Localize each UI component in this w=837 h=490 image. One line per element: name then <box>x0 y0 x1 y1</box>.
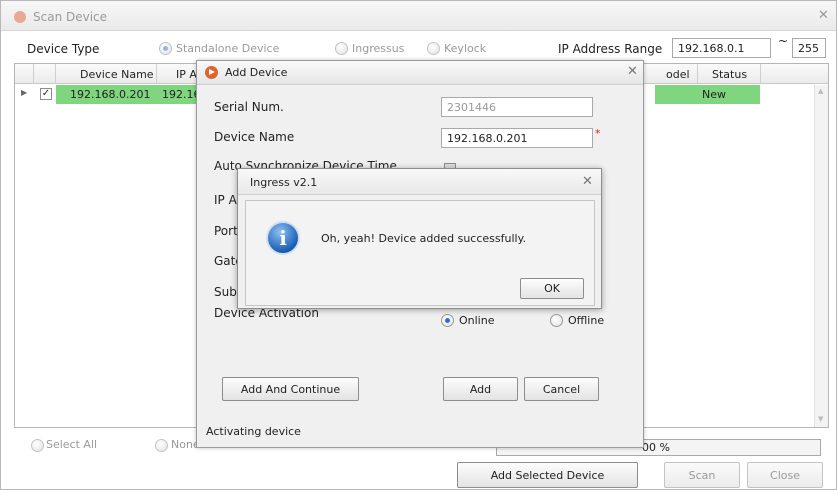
close-icon[interactable]: ✕ <box>818 8 829 23</box>
scan-button[interactable]: Scan <box>664 462 740 488</box>
radio-ingressus[interactable] <box>335 42 348 55</box>
info-icon: i <box>266 221 300 255</box>
select-none-radio[interactable] <box>155 439 168 452</box>
grid-scrollbar[interactable]: ▲ ▼ <box>814 85 828 427</box>
close-icon[interactable]: ✕ <box>627 64 638 79</box>
online-label: Online <box>459 314 495 327</box>
offline-radio[interactable] <box>550 314 563 327</box>
required-mark: * <box>595 127 601 140</box>
row-checkbox[interactable]: ✓ <box>40 88 52 100</box>
column-ip-address[interactable]: IP A <box>176 68 197 81</box>
ok-button[interactable]: OK <box>520 278 584 299</box>
radio-standalone-label: Standalone Device <box>176 42 280 55</box>
scroll-up-icon[interactable]: ▲ <box>818 87 823 95</box>
device-type-label: Device Type <box>27 42 100 56</box>
ip-range-separator: ~ <box>778 34 789 48</box>
close-icon[interactable]: ✕ <box>582 174 593 189</box>
cancel-button[interactable]: Cancel <box>524 377 599 401</box>
message-box-title: Ingress v2.1 <box>250 176 318 189</box>
ip-range-label: IP Address Range <box>558 42 663 56</box>
add-device-title: Add Device <box>225 66 288 79</box>
ip-from-field[interactable]: 192.168.0.1 <box>672 38 771 58</box>
message-box: Ingress v2.1 ✕ i Oh, yeah! Device added … <box>237 168 602 309</box>
progress-text: 00 % <box>642 441 670 454</box>
select-all-radio[interactable] <box>31 439 44 452</box>
column-device-name[interactable]: Device Name <box>80 68 154 81</box>
radio-ingressus-label: Ingressus <box>352 42 405 55</box>
close-button[interactable]: Close <box>747 462 823 488</box>
add-button[interactable]: Add <box>443 377 518 401</box>
select-all-label: Select All <box>46 438 98 451</box>
add-device-title-bar: Add Device ✕ <box>197 61 643 85</box>
radio-keylock[interactable] <box>427 42 440 55</box>
radio-standalone[interactable] <box>159 42 172 55</box>
message-text: Oh, yeah! Device added successfully. <box>321 232 527 245</box>
app-logo-icon <box>14 11 26 23</box>
row-device-name: 192.168.0.201 <box>70 88 151 101</box>
port-label: Port <box>214 224 238 238</box>
window-title: Scan Device <box>33 10 108 24</box>
message-box-body: i Oh, yeah! Device added successfully. O… <box>245 200 595 306</box>
column-model[interactable]: odel <box>666 68 690 81</box>
online-radio[interactable] <box>441 314 454 327</box>
serial-num-field: 2301446 <box>441 97 593 117</box>
message-box-title-bar: Ingress v2.1 ✕ <box>238 169 601 195</box>
app-logo-icon <box>205 66 218 79</box>
row-expand-icon[interactable]: ▶ <box>21 88 27 97</box>
device-name-field[interactable]: 192.168.0.201 <box>441 128 593 148</box>
serial-num-label: Serial Num. <box>214 100 284 114</box>
device-name-label: Device Name <box>214 130 295 144</box>
offline-label: Offline <box>568 314 605 327</box>
add-selected-device-button[interactable]: Add Selected Device <box>457 462 638 488</box>
column-status[interactable]: Status <box>712 68 747 81</box>
title-bar: Scan Device ✕ <box>1 1 836 31</box>
row-status: New <box>702 88 726 101</box>
scroll-down-icon[interactable]: ▼ <box>818 415 823 423</box>
activation-status: Activating device <box>206 425 301 438</box>
radio-keylock-label: Keylock <box>444 42 487 55</box>
add-and-continue-button[interactable]: Add And Continue <box>222 377 359 401</box>
ip-to-field[interactable]: 255 <box>792 38 826 58</box>
